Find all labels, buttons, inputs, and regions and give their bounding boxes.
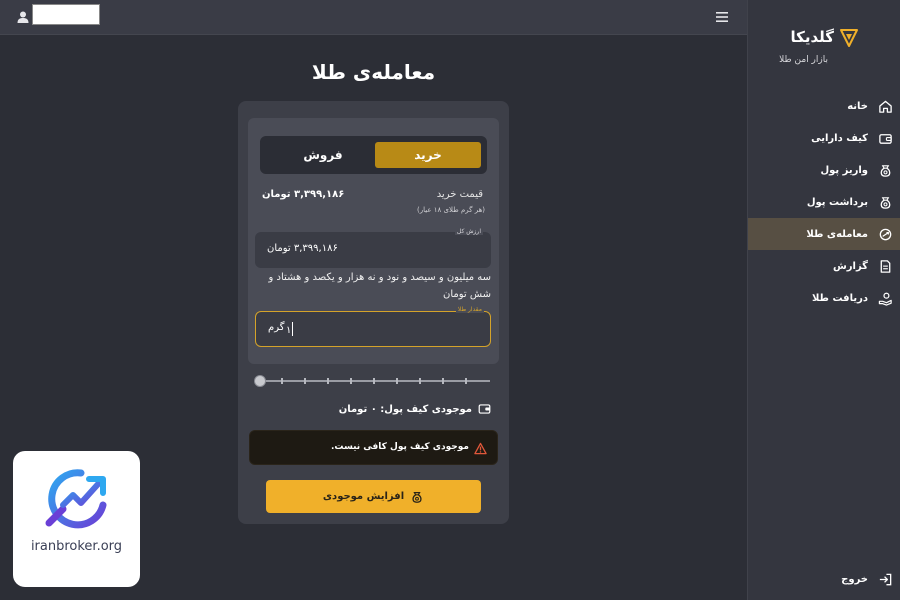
brand-tagline: بازار امن طلا bbox=[779, 55, 828, 65]
slider-tick bbox=[465, 378, 467, 384]
trade-type-tabs: خرید فروش bbox=[260, 136, 487, 174]
brand-name: گلدیکا bbox=[790, 28, 835, 46]
gram-unit-label: گرم bbox=[268, 322, 285, 333]
sidebar-nav: خانه کیف دارایی واریز پول برداشت پول معا… bbox=[748, 90, 900, 314]
username-box bbox=[32, 4, 100, 25]
sidebar: گلدیکا بازار امن طلا خانه کیف دارایی وار… bbox=[747, 0, 900, 600]
slider-tick bbox=[327, 378, 329, 384]
wallet-balance-text: موجودی کیف پول: ۰ تومان bbox=[338, 403, 472, 415]
home-icon bbox=[879, 100, 892, 113]
slider-tick bbox=[373, 378, 375, 384]
watermark-text: iranbroker.org bbox=[30, 539, 123, 554]
warning-icon bbox=[474, 442, 487, 455]
slider-tick bbox=[281, 378, 283, 384]
logout-icon bbox=[879, 573, 892, 585]
brand-logo[interactable]: گلدیکا bbox=[791, 26, 861, 48]
trade-card: خرید فروش قیمت خرید (هر گرم طلای ۱۸ عیار… bbox=[238, 101, 509, 524]
slider-track[interactable] bbox=[260, 380, 490, 382]
gold-amount-label: مقدار طلا bbox=[455, 306, 484, 313]
buy-price-label: قیمت خرید bbox=[436, 189, 483, 200]
sidebar-item-receive-gold[interactable]: دریافت طلا bbox=[748, 282, 900, 314]
document-icon bbox=[880, 259, 891, 273]
slider-tick bbox=[442, 378, 444, 384]
buy-price-value: ۳,۳۹۹,۱۸۶ تومان bbox=[262, 189, 345, 200]
slider-tick bbox=[304, 378, 306, 384]
sidebar-item-deposit[interactable]: واریز پول bbox=[748, 154, 900, 186]
money-bag-icon bbox=[880, 164, 891, 177]
iranbroker-logo-icon bbox=[45, 469, 107, 529]
hand-coin-icon bbox=[878, 292, 892, 306]
money-bag-icon bbox=[412, 491, 422, 503]
sidebar-item-report[interactable]: گزارش bbox=[748, 250, 900, 282]
sidebar-item-withdraw[interactable]: برداشت پول bbox=[748, 186, 900, 218]
sidebar-item-label: کیف دارایی bbox=[811, 132, 868, 144]
increase-balance-label: افزایش موجودی bbox=[322, 491, 405, 502]
buy-price-note: (هر گرم طلای ۱۸ عیار) bbox=[416, 206, 485, 214]
total-value-label: ارزش کل bbox=[454, 228, 483, 235]
slider-tick bbox=[396, 378, 398, 384]
trade-form: خرید فروش قیمت خرید (هر گرم طلای ۱۸ عیار… bbox=[248, 118, 499, 364]
trade-icon bbox=[879, 228, 892, 240]
sidebar-item-label: واریز پول bbox=[820, 164, 868, 176]
logout-label: خروج bbox=[841, 573, 868, 585]
slider-tick bbox=[350, 378, 352, 384]
sidebar-item-gold-trade[interactable]: معامله‌ی طلا bbox=[748, 218, 900, 250]
page-title: معامله‌ی طلا bbox=[311, 60, 436, 84]
insufficient-balance-alert: موجودی کیف پول کافی نیست. bbox=[249, 430, 498, 465]
watermark-badge: iranbroker.org bbox=[13, 451, 140, 587]
money-bag-icon bbox=[880, 196, 891, 209]
user-icon[interactable] bbox=[16, 10, 30, 24]
sidebar-item-wallet[interactable]: کیف دارایی bbox=[748, 122, 900, 154]
total-value-in-words: سه میلیون و سیصد و نود و نه هزار و یکصد … bbox=[268, 272, 491, 300]
sidebar-item-label: دریافت طلا bbox=[811, 292, 868, 304]
wallet-icon bbox=[478, 404, 491, 414]
wallet-icon bbox=[879, 133, 892, 144]
brand-logo-icon bbox=[840, 29, 858, 47]
slider-thumb[interactable] bbox=[254, 375, 266, 387]
sidebar-item-label: خانه bbox=[847, 100, 868, 112]
tab-sell[interactable]: فروش bbox=[270, 142, 376, 168]
sidebar-item-home[interactable]: خانه bbox=[748, 90, 900, 122]
amount-slider[interactable] bbox=[254, 375, 490, 387]
sidebar-item-label: معامله‌ی طلا bbox=[806, 228, 868, 240]
top-bar bbox=[0, 0, 747, 35]
sidebar-item-label: برداشت پول bbox=[806, 196, 868, 208]
increase-balance-button[interactable]: افزایش موجودی bbox=[266, 480, 481, 513]
gold-amount-field[interactable]: مقدار طلا گرم bbox=[255, 306, 491, 347]
slider-tick bbox=[419, 378, 421, 384]
hamburger-icon[interactable] bbox=[714, 10, 730, 24]
tab-buy[interactable]: خرید bbox=[375, 142, 481, 168]
sidebar-item-label: گزارش bbox=[832, 260, 868, 272]
total-value-amount: ۳,۳۹۹,۱۸۶ تومان bbox=[267, 243, 338, 254]
alert-message: موجودی کیف پول کافی نیست. bbox=[331, 442, 469, 452]
gold-amount-input[interactable] bbox=[286, 321, 456, 339]
logout-button[interactable]: خروج bbox=[748, 566, 900, 592]
text-caret bbox=[292, 322, 293, 336]
total-value-field: ارزش کل ۳,۳۹۹,۱۸۶ تومان bbox=[255, 228, 491, 268]
wallet-balance: موجودی کیف پول: ۰ تومان bbox=[339, 403, 491, 415]
